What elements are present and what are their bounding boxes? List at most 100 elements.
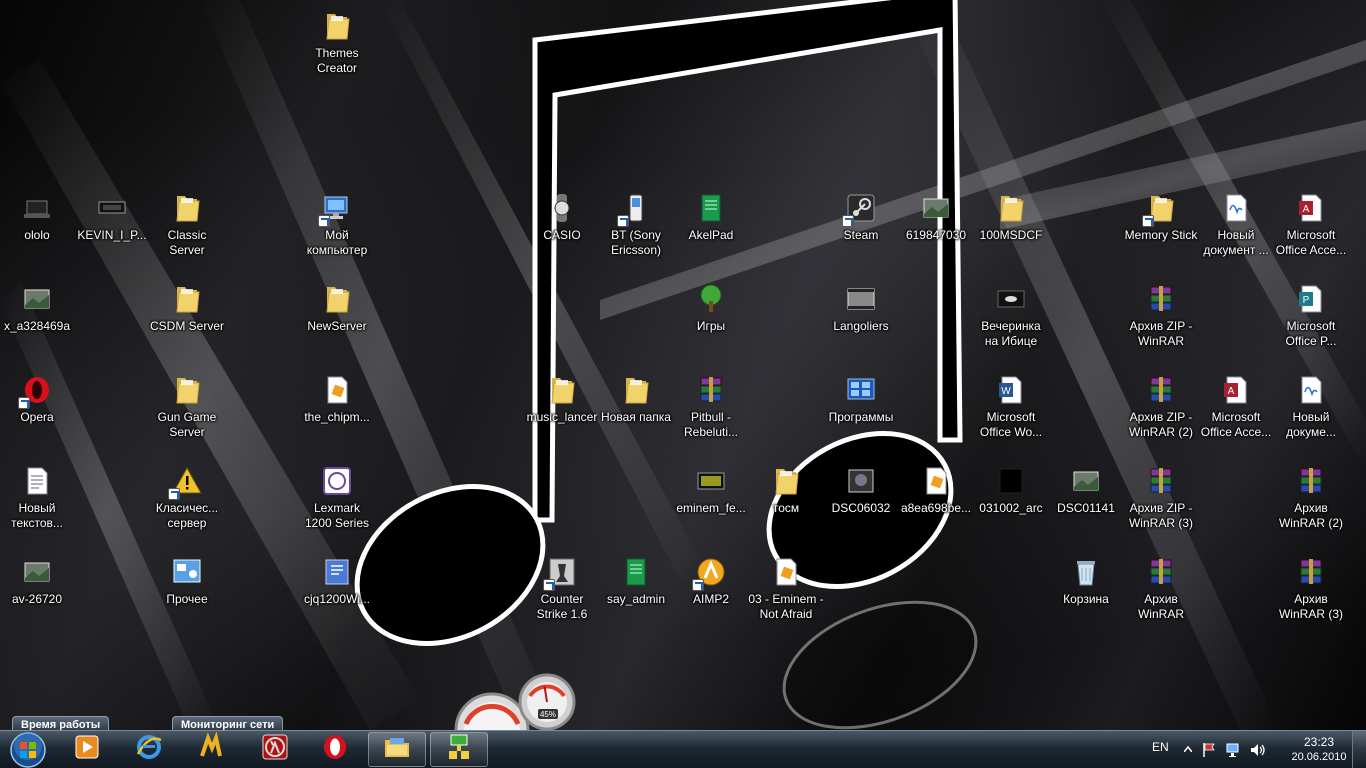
icon-new-text[interactable]: Новый текстов... [0, 460, 75, 544]
icon-games[interactable]: Игры [673, 278, 749, 362]
icon-label: Архив WinRAR (2) [1278, 501, 1343, 530]
icon-say-admin[interactable]: say_admin [598, 551, 674, 635]
halflife-icon [260, 732, 290, 767]
icon-aimp2[interactable]: AIMP2 [673, 551, 749, 635]
icon-winrar-2[interactable]: Архив WinRAR (2) [1273, 460, 1349, 544]
icon-dsc06032[interactable]: DSC06032 [823, 460, 899, 544]
icon-label: Архив WinRAR (3) [1278, 592, 1343, 621]
icon-av-26720[interactable]: av-26720 [0, 551, 75, 635]
icon-party-ibiza[interactable]: Вечеринка на Ибице [973, 278, 1049, 362]
icon-ms-access-2[interactable]: A Microsoft Office Acce... [1198, 369, 1274, 453]
svg-text:A: A [1303, 204, 1310, 215]
taskbar-network[interactable] [430, 732, 488, 767]
icon-ololo[interactable]: ololo [0, 187, 75, 271]
thumb-yellow-icon [694, 464, 728, 498]
taskbar-explorer[interactable] [368, 732, 426, 767]
start-button[interactable] [4, 732, 52, 768]
icon-pitbull[interactable]: Pitbull - Rebeluti... [673, 369, 749, 453]
icon-classic-server-shortcut[interactable]: Класичес... сервер [149, 460, 225, 544]
icon-newserver[interactable]: NewServer [299, 278, 375, 362]
icon-recycle-bin[interactable]: Корзина [1048, 551, 1124, 635]
icon-label: Microsoft Office P... [1285, 319, 1337, 348]
icon-cjq1200wi[interactable]: cjq1200Wi... [299, 551, 375, 635]
icon-100msdcf[interactable]: 100MSDCF [973, 187, 1049, 271]
show-hidden-icons-chevron[interactable] [1184, 746, 1192, 752]
clock-date[interactable]: 20.06.2010 [1282, 751, 1356, 763]
icon-ms-access-1[interactable]: A Microsoft Office Acce... [1273, 187, 1349, 271]
icon-label: Игры [696, 319, 726, 333]
icon-label: 619847030 [905, 228, 967, 242]
icon-music-lancer[interactable]: music_lancer [524, 369, 600, 453]
icon-csdm-server[interactable]: CSDM Server [149, 278, 225, 362]
notepad-icon [694, 191, 728, 225]
icon-619847030[interactable]: 619847030 [898, 187, 974, 271]
icon-eminem-not-afraid[interactable]: 03 - Eminem - Not Afraid [748, 551, 824, 635]
icon-label: Мой компьютер [306, 228, 368, 257]
icon-label: Steam [843, 228, 879, 242]
icon-label: 100MSDCF [979, 228, 1043, 242]
network-monitor-gadget[interactable]: Мониторинг сети [172, 716, 284, 730]
icon-a8ea698be[interactable]: a8ea698be... [898, 460, 974, 544]
taskbar-opera[interactable] [306, 732, 364, 767]
volume-icon[interactable] [1250, 742, 1266, 758]
icon-kevin[interactable]: KEVIN_I_P... [74, 187, 150, 271]
icon-new-folder[interactable]: Новая папка [598, 369, 674, 453]
icon-my-computer[interactable]: Мой компьютер [299, 187, 375, 271]
icon-zip-winrar-3[interactable]: Архив ZIP - WinRAR (3) [1123, 460, 1199, 544]
cpu-meter-gadget[interactable]: 45% [452, 672, 580, 730]
icon-winrar[interactable]: Архив WinRAR [1123, 551, 1199, 635]
shortcut-arrow-icon [617, 215, 629, 227]
icon-akelpad[interactable]: AkelPad [673, 187, 749, 271]
desktop[interactable]: Themes Creator ololo KEVIN_I_P... Classic S… [0, 0, 1366, 730]
icon-gun-game-server[interactable]: Gun Game Server [149, 369, 225, 453]
icon-bt-sony[interactable]: BT (Sony Ericsson) [598, 187, 674, 271]
folder-icon [994, 191, 1028, 225]
icon-other[interactable]: Прочее [149, 551, 225, 635]
icon-new-doc-1[interactable]: Новый документ ... [1198, 187, 1274, 271]
lexmark-icon [320, 464, 354, 498]
icon-themes-creator[interactable]: Themes Creator [299, 5, 375, 89]
notepad-icon [619, 555, 653, 589]
icon-label: eminem_fe... [676, 501, 746, 515]
icon-winrar-3[interactable]: Архив WinRAR (3) [1273, 551, 1349, 635]
icon-zip-winrar[interactable]: Архив ZIP - WinRAR [1123, 278, 1199, 362]
icon-zip-winrar-2[interactable]: Архив ZIP - WinRAR (2) [1123, 369, 1199, 453]
icon-langoliers[interactable]: Langoliers [823, 278, 899, 362]
language-indicator[interactable]: EN [1152, 740, 1169, 754]
taskbar-internet-explorer[interactable] [120, 732, 178, 767]
icon-eminem-fe[interactable]: eminem_fe... [673, 460, 749, 544]
icon-counter-strike[interactable]: Counter Strike 1.6 [524, 551, 600, 635]
icon-opera[interactable]: Opera [0, 369, 75, 453]
icon-tosm[interactable]: тосм [748, 460, 824, 544]
network-tray-icon[interactable] [1226, 742, 1242, 758]
taskbar-half-life[interactable] [246, 732, 304, 767]
folder-icon [619, 373, 653, 407]
uptime-gadget[interactable]: Время работы [12, 716, 110, 730]
icon-casio[interactable]: CASIO [524, 187, 600, 271]
photo-icon [1069, 464, 1103, 498]
icon-the-chipm[interactable]: the_chipm... [299, 369, 375, 453]
icon-label: Pitbull - Rebeluti... [683, 410, 739, 439]
icon-classic-server[interactable]: Classic Server [149, 187, 225, 271]
icon-031002-arc[interactable]: 031002_arc [973, 460, 1049, 544]
icon-new-doc-2[interactable]: Новый докуме... [1273, 369, 1349, 453]
icon-dsc01141[interactable]: DSC01141 [1048, 460, 1124, 544]
icon-label: Lexmark 1200 Series All-In... [304, 501, 370, 530]
icon-programs[interactable]: Программы [823, 369, 899, 453]
icon-label: AkelPad [688, 228, 734, 242]
flag-icon[interactable] [1202, 742, 1216, 758]
icon-steam[interactable]: Steam [823, 187, 899, 271]
warning-icon [168, 464, 204, 500]
icon-label: Microsoft Office Wo... [979, 410, 1043, 439]
taskbar-winamp[interactable] [182, 731, 240, 767]
show-desktop-button[interactable] [1352, 731, 1366, 768]
clock-time[interactable]: 23:23 [1294, 735, 1344, 749]
icon-x-a328469a[interactable]: x_a328469a [0, 278, 75, 362]
icon-ms-word[interactable]: W Microsoft Office Wo... [973, 369, 1049, 453]
icon-lexmark[interactable]: Lexmark 1200 Series All-In... [299, 460, 375, 544]
icon-memory-stick[interactable]: Memory Stick [1123, 187, 1199, 271]
shortcut-arrow-icon [168, 488, 180, 500]
taskbar-media-player[interactable] [58, 732, 116, 767]
shortcut-arrow-icon [692, 579, 704, 591]
icon-ms-publisher[interactable]: P Microsoft Office P... [1273, 278, 1349, 362]
